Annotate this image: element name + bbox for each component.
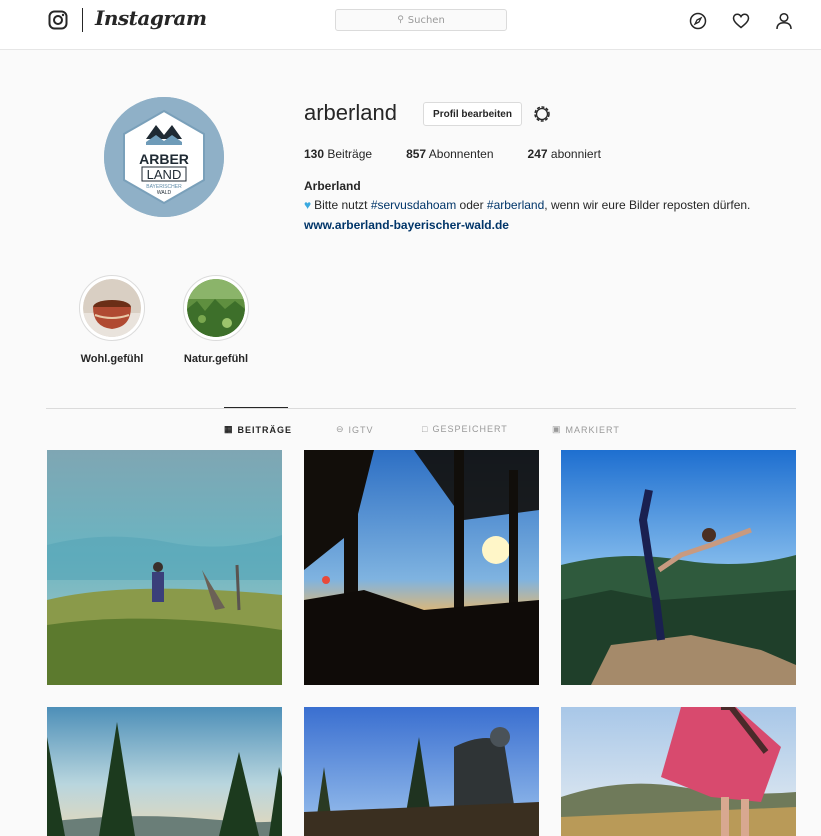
highlight-ring <box>79 275 145 341</box>
top-navigation-bar: Instagram ⚲ Suchen <box>0 0 821 50</box>
settings-gear-icon[interactable] <box>531 103 553 125</box>
tab-label: GESPEICHERT <box>432 424 508 434</box>
active-tab-indicator <box>224 407 288 408</box>
tagged-user-icon: ▣ <box>552 424 562 434</box>
tab-label: MARKIERT <box>565 424 620 435</box>
heart-icon[interactable] <box>732 12 750 30</box>
followers-label: Abonnenten <box>428 147 494 161</box>
highlight-label: Wohl.gefühl <box>80 353 144 365</box>
post-image-hiker-mist <box>47 450 282 685</box>
posts-label: Beiträge <box>327 147 373 161</box>
following-label: abonniert <box>550 147 601 161</box>
tab-igtv[interactable]: ⊖ IGTV <box>336 424 374 435</box>
tab-saved[interactable]: □ GESPEICHERT <box>422 424 508 434</box>
posts-count: 130 <box>304 147 325 161</box>
compass-icon[interactable] <box>689 12 707 30</box>
bio-website-link[interactable]: www.arberland-bayerischer-wald.de <box>304 218 509 232</box>
post-thumbnail[interactable] <box>47 450 282 685</box>
bio-text: ♥ Bitte nutzt #servusdahoam oder #arberla… <box>304 198 750 212</box>
edit-profile-button[interactable]: Profil bearbeiten <box>423 102 522 126</box>
grid-icon: ▦ <box>224 424 234 434</box>
avatar[interactable]: ARBER LAND BAYERISCHER WALD <box>104 97 224 217</box>
search-icon: ⚲ <box>397 15 404 25</box>
bio-text-part: Bitte nutzt <box>314 198 371 212</box>
post-image-mountain-bike <box>304 707 539 836</box>
tab-label: IGTV <box>348 424 374 435</box>
instagram-wordmark[interactable]: Instagram <box>95 6 207 30</box>
tabs-divider <box>46 408 796 409</box>
story-highlight-naturgefuehl[interactable]: Natur.gefühl <box>176 275 256 365</box>
highlight-label: Natur.gefühl <box>183 353 249 365</box>
post-image-dirndl-meadow <box>561 707 796 836</box>
avatar-text-arber: ARBER <box>139 151 189 167</box>
post-thumbnail[interactable] <box>561 707 796 836</box>
igtv-icon: ⊖ <box>336 424 345 434</box>
search-placeholder: Suchen <box>407 14 445 26</box>
blue-heart-icon: ♥ <box>304 198 312 212</box>
logo-divider <box>82 8 83 32</box>
tab-tagged[interactable]: ▣ MARKIERT <box>552 424 620 435</box>
bookmark-icon: □ <box>422 424 429 434</box>
bio-text-part: oder <box>456 198 487 212</box>
avatar-text-wald: WALD <box>157 190 172 196</box>
bio-name: Arberland <box>304 179 361 193</box>
post-image-forest-sunset <box>304 450 539 685</box>
highlight-thumbnail-nature <box>187 279 245 337</box>
tab-posts[interactable]: ▦ BEITRÄGE <box>224 424 292 435</box>
bio-text-part: , wenn wir eure Bilder reposten dürfen. <box>544 198 751 212</box>
tab-label: BEITRÄGE <box>237 424 293 435</box>
profile-username: arberland <box>304 100 397 125</box>
followers-stat[interactable]: 857 Abonnenten <box>406 147 493 161</box>
hashtag-link-arberland[interactable]: #arberland <box>487 198 544 212</box>
highlight-thumbnail-tea <box>83 279 141 337</box>
hashtag-link-servusdahoam[interactable]: #servusdahoam <box>371 198 456 212</box>
highlight-ring <box>183 275 249 341</box>
post-thumbnail[interactable] <box>304 707 539 836</box>
post-thumbnail[interactable] <box>47 707 282 836</box>
profile-stats: 130 Beiträge 857 Abonnenten 247 abonnier… <box>304 147 635 161</box>
arberland-logo: ARBER LAND BAYERISCHER WALD <box>104 97 224 217</box>
avatar-text-land: LAND <box>147 167 182 182</box>
search-input[interactable]: ⚲ Suchen <box>335 9 507 31</box>
post-thumbnail[interactable] <box>561 450 796 685</box>
following-stat[interactable]: 247 abonniert <box>528 147 601 161</box>
story-highlight-wohlgefuehl[interactable]: Wohl.gefühl <box>72 275 152 365</box>
user-icon[interactable] <box>775 12 793 30</box>
post-image-pine-sky <box>47 707 282 836</box>
posts-stat: 130 Beiträge <box>304 147 372 161</box>
instagram-logo-icon[interactable] <box>48 10 68 30</box>
post-image-yoga-rock <box>561 450 796 685</box>
post-thumbnail[interactable] <box>304 450 539 685</box>
followers-count: 857 <box>406 147 427 161</box>
following-count: 247 <box>527 147 548 161</box>
